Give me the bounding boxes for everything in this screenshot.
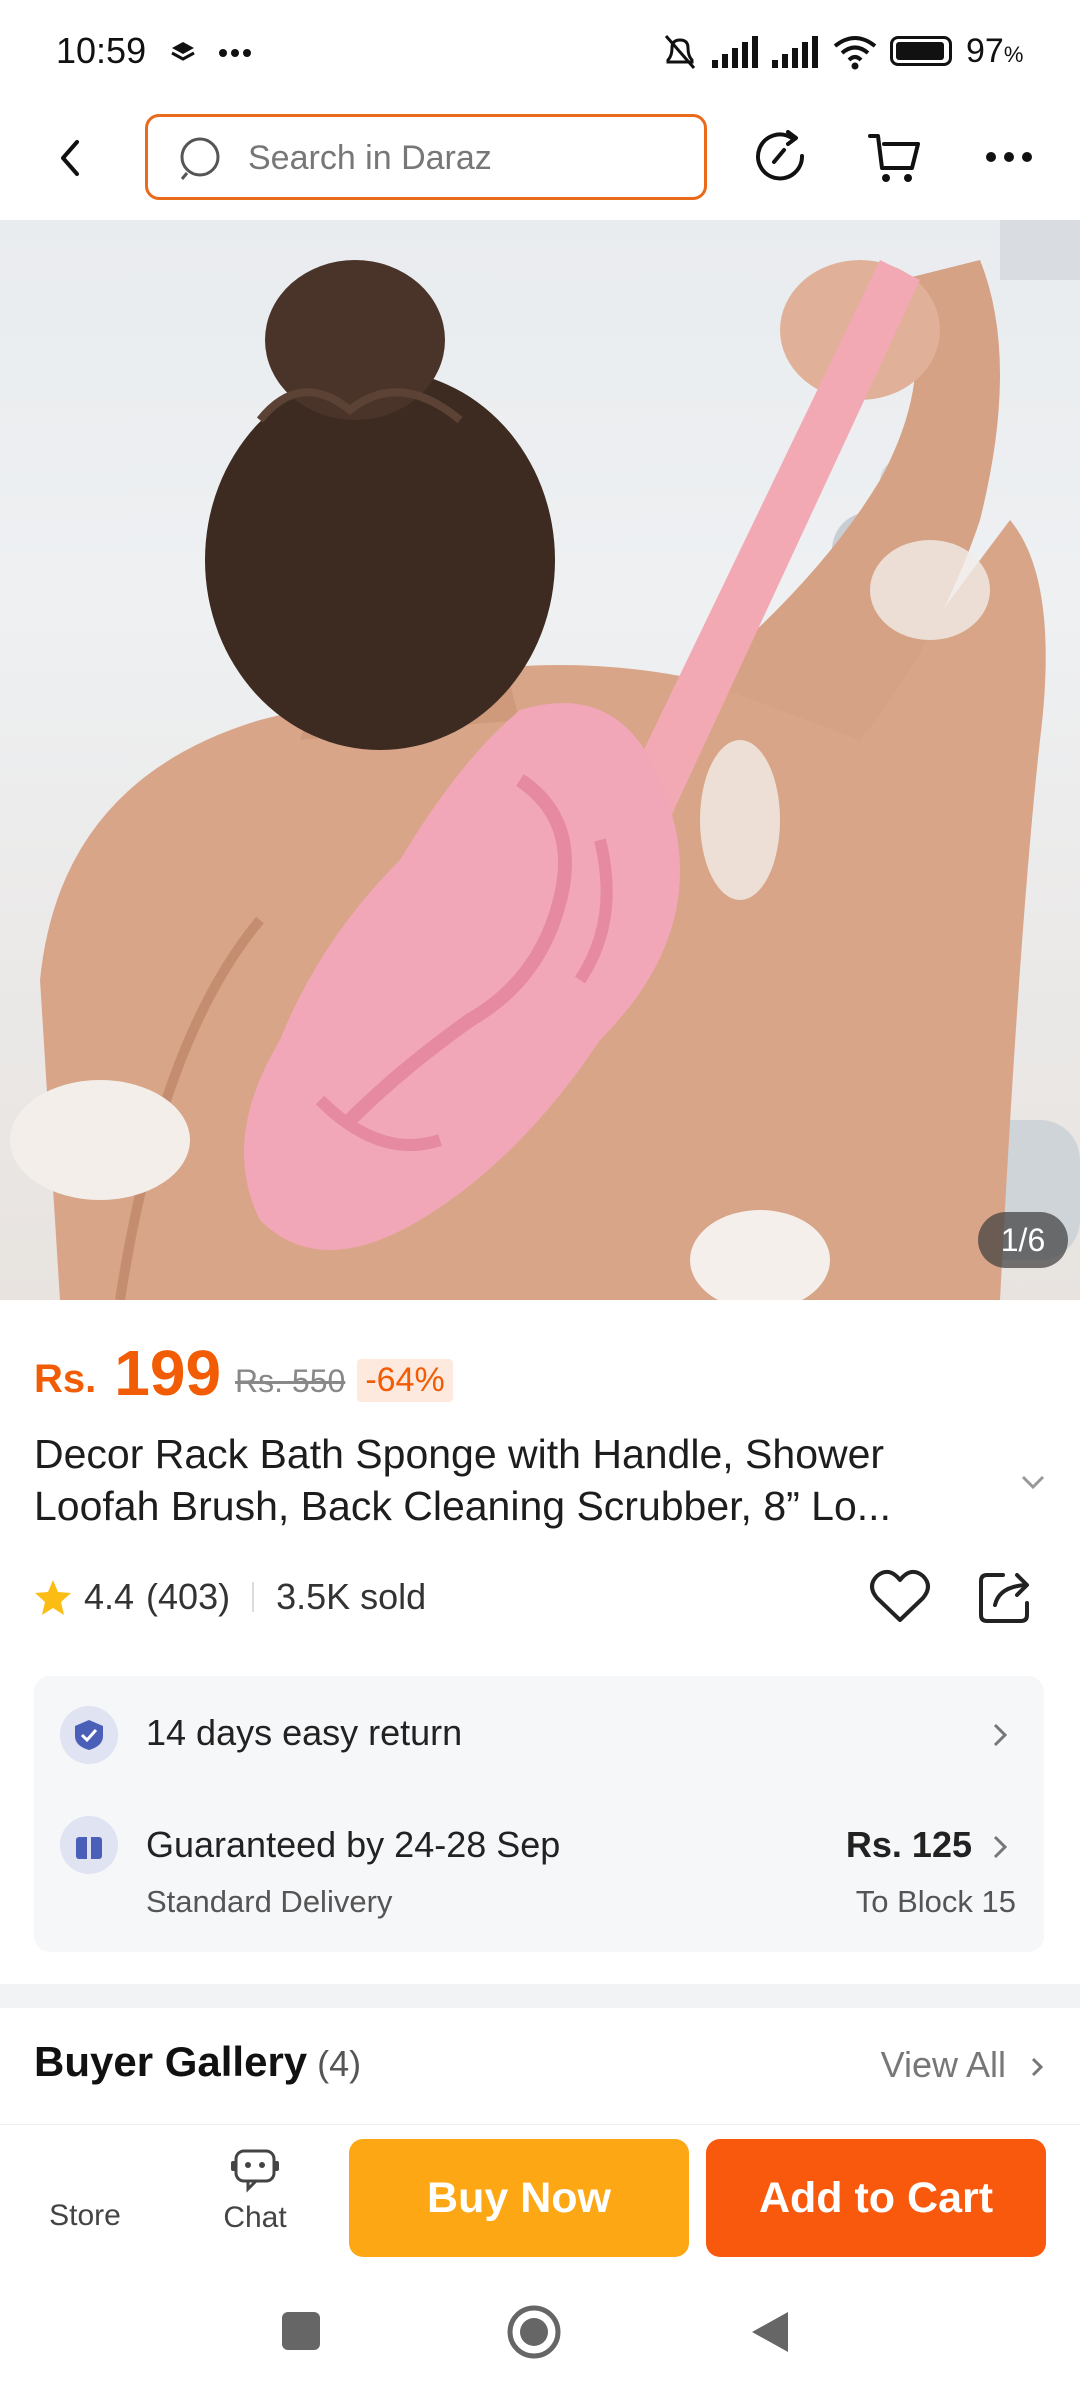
current-price: 199 [114,1337,222,1409]
price-row: Rs. 199 Rs. 550 -64% [34,1330,453,1410]
original-price: Rs. 550 [235,1363,346,1399]
signal-icon-2 [772,36,818,68]
rating-count: (403) [146,1576,231,1617]
delivery-location: To Block 15 [855,1884,1016,1919]
store-icon [30,2139,140,2199]
refresh-icon [756,130,805,181]
product-image-carousel[interactable] [0,220,1080,1300]
chat-bot-icon [231,2149,279,2193]
home-button[interactable] [506,2304,562,2360]
signal-icon [712,36,758,68]
share-button[interactable] [970,1560,1042,1632]
top-navigation: Search in Daraz [0,108,1080,220]
shield-check-icon [75,1720,103,1750]
share-icon [979,1573,1029,1623]
back-button[interactable] [40,128,100,188]
search-input[interactable]: Search in Daraz [145,114,707,200]
cart-button[interactable] [862,124,928,190]
buy-now-button[interactable]: Buy Now [349,2139,689,2257]
delivery-type: Standard Delivery [146,1884,393,1919]
service-card: 14 days easy return Guaranteed by 24-28 … [34,1676,1044,1952]
history-button[interactable] [748,124,814,190]
star-icon [35,1580,71,1615]
buyer-gallery-title: Buyer Gallery [34,2038,308,2085]
search-icon [180,137,220,180]
battery-icon [890,36,952,66]
return-text: 14 days easy return [146,1712,463,1753]
chevron-right-icon [1031,2058,1044,2077]
bottom-action-bar: Store Chat Buy Now Add to Cart [0,2124,1080,2268]
currency-label: Rs. [34,1357,97,1401]
delivery-guarantee: Guaranteed by 24-28 Sep [146,1824,561,1865]
more-notifications-icon [219,49,251,57]
sold-count: 3.5K sold [276,1576,427,1617]
mute-bell-icon [664,35,696,69]
rating-score: 4.4 [84,1576,135,1617]
wifi-icon [833,36,877,70]
cart-icon [868,134,920,182]
product-photo [10,220,1080,1300]
chevron-right-icon [993,1835,1008,1859]
chevron-right-icon [993,1723,1008,1747]
add-to-cart-button[interactable]: Add to Cart [706,2139,1046,2257]
buyer-gallery-header: Buyer Gallery (4) View All [34,2038,1044,2098]
chat-button[interactable]: Chat [200,2139,310,2257]
buyer-gallery-count: (4) [317,2043,362,2084]
heart-icon [870,1569,930,1622]
store-button[interactable]: Store [30,2139,140,2257]
section-divider [0,1984,1080,2008]
status-time: 10:59 [56,30,147,71]
expand-title-icon[interactable] [1020,1474,1046,1490]
rating-row[interactable]: 4.4 (403) 3.5K sold [34,1572,426,1622]
recents-button[interactable] [282,2312,320,2350]
battery-percent: 97% [966,32,1024,70]
store-label: Store [49,2199,121,2232]
layers-icon [171,42,195,61]
system-navigation-bar [0,2268,1080,2400]
back-nav-button[interactable] [748,2308,792,2356]
product-title-line2: Loofah Brush, Back Cleaning Scrubber, 8”… [34,1483,891,1529]
status-bar: 10:59 97% [0,0,1080,108]
product-title: Decor Rack Bath Sponge with Handle, Show… [34,1428,994,1532]
package-icon [76,1831,102,1859]
delivery-badge [60,1816,118,1874]
more-options-button[interactable] [976,124,1042,190]
return-badge [60,1706,118,1764]
delivery-price: Rs. 125 [845,1824,972,1865]
chevron-left-icon [61,140,79,176]
product-title-line1: Decor Rack Bath Sponge with Handle, Show… [34,1431,885,1477]
image-counter: 1/6 [978,1212,1068,1268]
more-horizontal-icon [986,152,1032,162]
wishlist-button[interactable] [864,1560,936,1632]
chat-label: Chat [223,2201,287,2234]
view-all-link[interactable]: View All [881,2044,1044,2086]
search-placeholder: Search in Daraz [248,139,492,177]
discount-badge: -64% [357,1359,453,1402]
divider [252,1582,255,1612]
